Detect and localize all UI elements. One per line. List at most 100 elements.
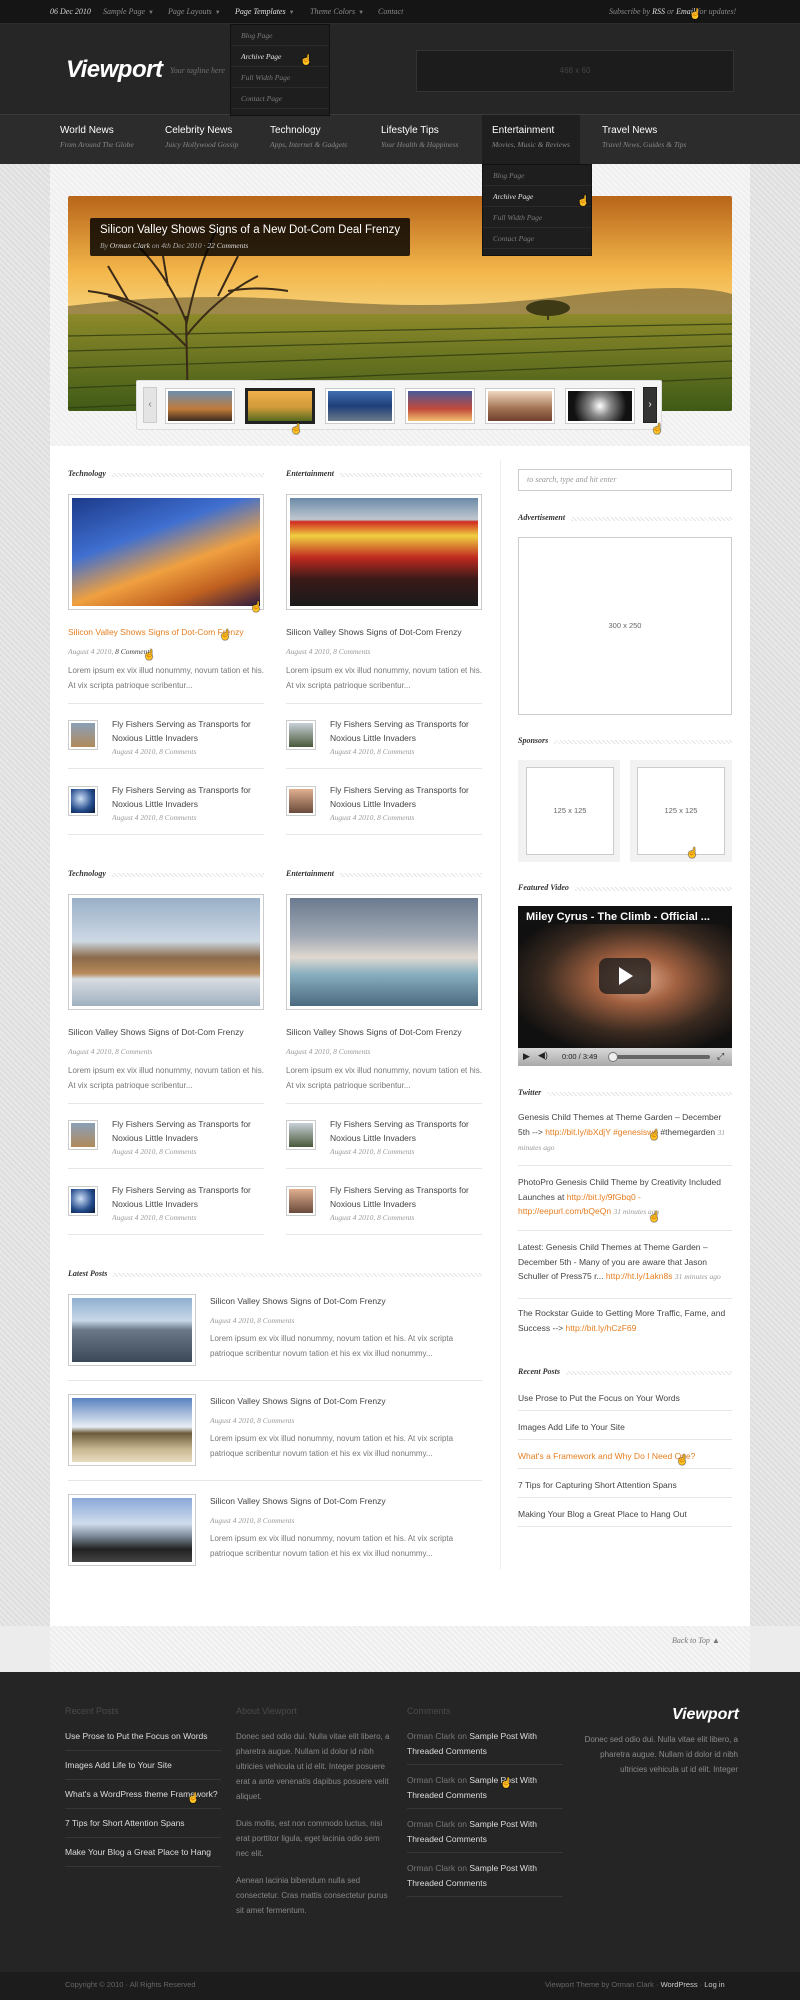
post-image[interactable] <box>286 494 482 610</box>
footer-logo[interactable]: Viewport <box>672 1706 739 1724</box>
slider-thumb[interactable] <box>405 388 475 424</box>
dropdown-contact-page[interactable]: Contact Page <box>231 88 329 109</box>
small-post-title[interactable]: Fly Fishers Serving as Transports for No… <box>112 717 264 745</box>
small-thumb[interactable] <box>286 1120 316 1150</box>
slider-title[interactable]: Silicon Valley Shows Signs of a New Dot-… <box>100 224 400 236</box>
latest-post-image[interactable] <box>68 1394 196 1466</box>
nav-entertainment[interactable]: Entertainment Movies, Music & Reviews <box>482 115 580 165</box>
footer-recent-link[interactable]: 7 Tips for Short Attention Spans <box>65 1818 185 1828</box>
latest-post-title[interactable]: Silicon Valley Shows Signs of Dot-Com Fr… <box>210 1296 386 1306</box>
small-post-title[interactable]: Fly Fishers Serving as Transports for No… <box>330 1183 482 1211</box>
topmenu-page-layouts[interactable]: Page Layouts ▼ <box>168 7 221 16</box>
post-title[interactable]: Silicon Valley Shows Signs of Dot-Com Fr… <box>286 1027 462 1037</box>
fullscreen-icon[interactable]: ⤢ <box>717 1051 724 1062</box>
nav-technology[interactable]: Technology Apps, Internet & Gadgets <box>270 125 347 149</box>
footer-comment[interactable]: Orman Clark on Sample Post With Threaded… <box>407 1817 563 1847</box>
tweet-link[interactable]: http://bit.ly/ibXdjY #genesiswp <box>545 1127 658 1137</box>
header-ad-banner[interactable]: 468 x 60 <box>416 50 734 92</box>
latest-post-image[interactable] <box>68 1494 196 1566</box>
small-post-title[interactable]: Fly Fishers Serving as Transports for No… <box>112 783 264 811</box>
footer-recent-link[interactable]: Images Add Life to Your Site <box>65 1760 172 1770</box>
site-logo[interactable]: Viewport <box>66 56 163 84</box>
nav-celebrity-news[interactable]: Celebrity News Juicy Hollywood Gossip <box>165 125 238 149</box>
tweet: The Rockstar Guide to Getting More Traff… <box>518 1308 726 1333</box>
small-thumb[interactable] <box>68 786 98 816</box>
small-thumb[interactable] <box>286 786 316 816</box>
post-title[interactable]: Silicon Valley Shows Signs of Dot-Com Fr… <box>68 627 244 637</box>
recent-post-link[interactable]: Use Prose to Put the Focus on Your Words <box>518 1393 680 1403</box>
small-thumb[interactable] <box>68 1120 98 1150</box>
login-link[interactable]: Log in <box>704 1980 724 1989</box>
dropdown-contact-page[interactable]: Contact Page <box>483 228 591 249</box>
topmenu-sample-page[interactable]: Sample Page ▼ <box>103 7 154 16</box>
slider-thumb[interactable] <box>565 388 635 424</box>
slider-comments[interactable]: 22 Comments <box>207 241 248 250</box>
small-post-title[interactable]: Fly Fishers Serving as Transports for No… <box>330 783 482 811</box>
volume-icon[interactable]: ◀) <box>538 1050 548 1061</box>
latest-post-title[interactable]: Silicon Valley Shows Signs of Dot-Com Fr… <box>210 1496 386 1506</box>
small-thumb[interactable] <box>68 1186 98 1216</box>
post-title[interactable]: Silicon Valley Shows Signs of Dot-Com Fr… <box>286 627 462 637</box>
recent-post-link-hover[interactable]: What's a Framework and Why Do I Need One… <box>518 1451 695 1461</box>
video-title[interactable]: Miley Cyrus - The Climb - Official ... <box>526 911 710 923</box>
post-comments-link[interactable]: 8 Comments <box>333 1047 370 1056</box>
slider-thumb-active[interactable] <box>245 388 315 424</box>
post-comments-link[interactable]: 8 Comments <box>115 1047 152 1056</box>
small-post-title[interactable]: Fly Fishers Serving as Transports for No… <box>112 1183 264 1211</box>
nav-world-news[interactable]: World News From Around The Globe <box>60 125 134 149</box>
small-thumb[interactable] <box>68 720 98 750</box>
footer-recent-link[interactable]: Make Your Blog a Great Place to Hang <box>65 1847 211 1857</box>
latest-post-title[interactable]: Silicon Valley Shows Signs of Dot-Com Fr… <box>210 1396 386 1406</box>
post-image[interactable] <box>286 894 482 1010</box>
sponsor-ad[interactable]: 125 x 125 <box>637 767 725 855</box>
video-progress[interactable] <box>610 1055 710 1059</box>
back-to-top-link[interactable]: Back to Top ▲ <box>672 1636 720 1645</box>
video-scrubber[interactable] <box>608 1052 618 1062</box>
dropdown-archive-page[interactable]: Archive Page <box>483 186 591 207</box>
dropdown-full-width-page[interactable]: Full Width Page <box>231 67 329 88</box>
slider-thumb[interactable] <box>485 388 555 424</box>
wordpress-link[interactable]: WordPress <box>661 1980 698 1989</box>
dropdown-blog-page[interactable]: Blog Page <box>231 25 329 46</box>
play-button[interactable] <box>599 958 651 994</box>
footer-comment[interactable]: Orman Clark on Sample Post With Threaded… <box>407 1729 563 1759</box>
nav-lifestyle-tips[interactable]: Lifestyle Tips Your Health & Happiness <box>381 125 458 149</box>
footer-comment[interactable]: Orman Clark on Sample Post With Threaded… <box>407 1773 563 1803</box>
footer-recent-link[interactable]: Use Prose to Put the Focus on Words <box>65 1731 208 1741</box>
slider-prev-button[interactable]: ‹ <box>143 387 157 423</box>
slider-thumb[interactable] <box>165 388 235 424</box>
small-post-title[interactable]: Fly Fishers Serving as Transports for No… <box>330 717 482 745</box>
recent-post-link[interactable]: Making Your Blog a Great Place to Hang O… <box>518 1509 687 1519</box>
topmenu-contact[interactable]: Contact <box>378 7 403 16</box>
post-title[interactable]: Silicon Valley Shows Signs of Dot-Com Fr… <box>68 1027 244 1037</box>
nav-travel-news[interactable]: Travel News Travel News, Guides & Tips <box>602 125 686 149</box>
latest-post-image[interactable] <box>68 1294 196 1366</box>
sidebar-ad-300x250[interactable]: 300 x 250 <box>518 537 732 715</box>
post-image[interactable] <box>68 494 264 610</box>
search-input[interactable]: to search, type and hit enter <box>518 469 732 491</box>
video-player[interactable]: Miley Cyrus - The Climb - Official ... ▶… <box>518 906 732 1066</box>
slider-next-button[interactable]: › <box>643 387 657 423</box>
slider-thumb[interactable] <box>325 388 395 424</box>
topmenu-theme-colors[interactable]: Theme Colors ▼ <box>310 7 364 16</box>
small-thumb[interactable] <box>286 1186 316 1216</box>
dropdown-full-width-page[interactable]: Full Width Page <box>483 207 591 228</box>
small-thumb[interactable] <box>286 720 316 750</box>
post-comments-link[interactable]: 8 Comments <box>333 647 370 656</box>
sponsor-ad[interactable]: 125 x 125 <box>526 767 614 855</box>
topmenu-page-templates[interactable]: Page Templates ▼ <box>235 7 295 16</box>
tweet-link[interactable]: http://ht.ly/1akn8s <box>606 1271 673 1281</box>
small-post-title[interactable]: Fly Fishers Serving as Transports for No… <box>112 1117 264 1145</box>
rss-link[interactable]: RSS <box>652 7 665 16</box>
divider <box>286 768 482 769</box>
dropdown-blog-page[interactable]: Blog Page <box>483 165 591 186</box>
slider-author[interactable]: Orman Clark <box>110 241 150 250</box>
footer-comment[interactable]: Orman Clark on Sample Post With Threaded… <box>407 1861 563 1891</box>
post-image[interactable] <box>68 894 264 1010</box>
small-post-title[interactable]: Fly Fishers Serving as Transports for No… <box>330 1117 482 1145</box>
recent-post-link[interactable]: Images Add Life to Your Site <box>518 1422 625 1432</box>
play-control-icon[interactable]: ▶ <box>523 1051 530 1062</box>
recent-post-link[interactable]: 7 Tips for Capturing Short Attention Spa… <box>518 1480 677 1490</box>
tweet-link[interactable]: http://bit.ly/hCzF69 <box>566 1323 637 1333</box>
dropdown-archive-page[interactable]: Archive Page <box>231 46 329 67</box>
